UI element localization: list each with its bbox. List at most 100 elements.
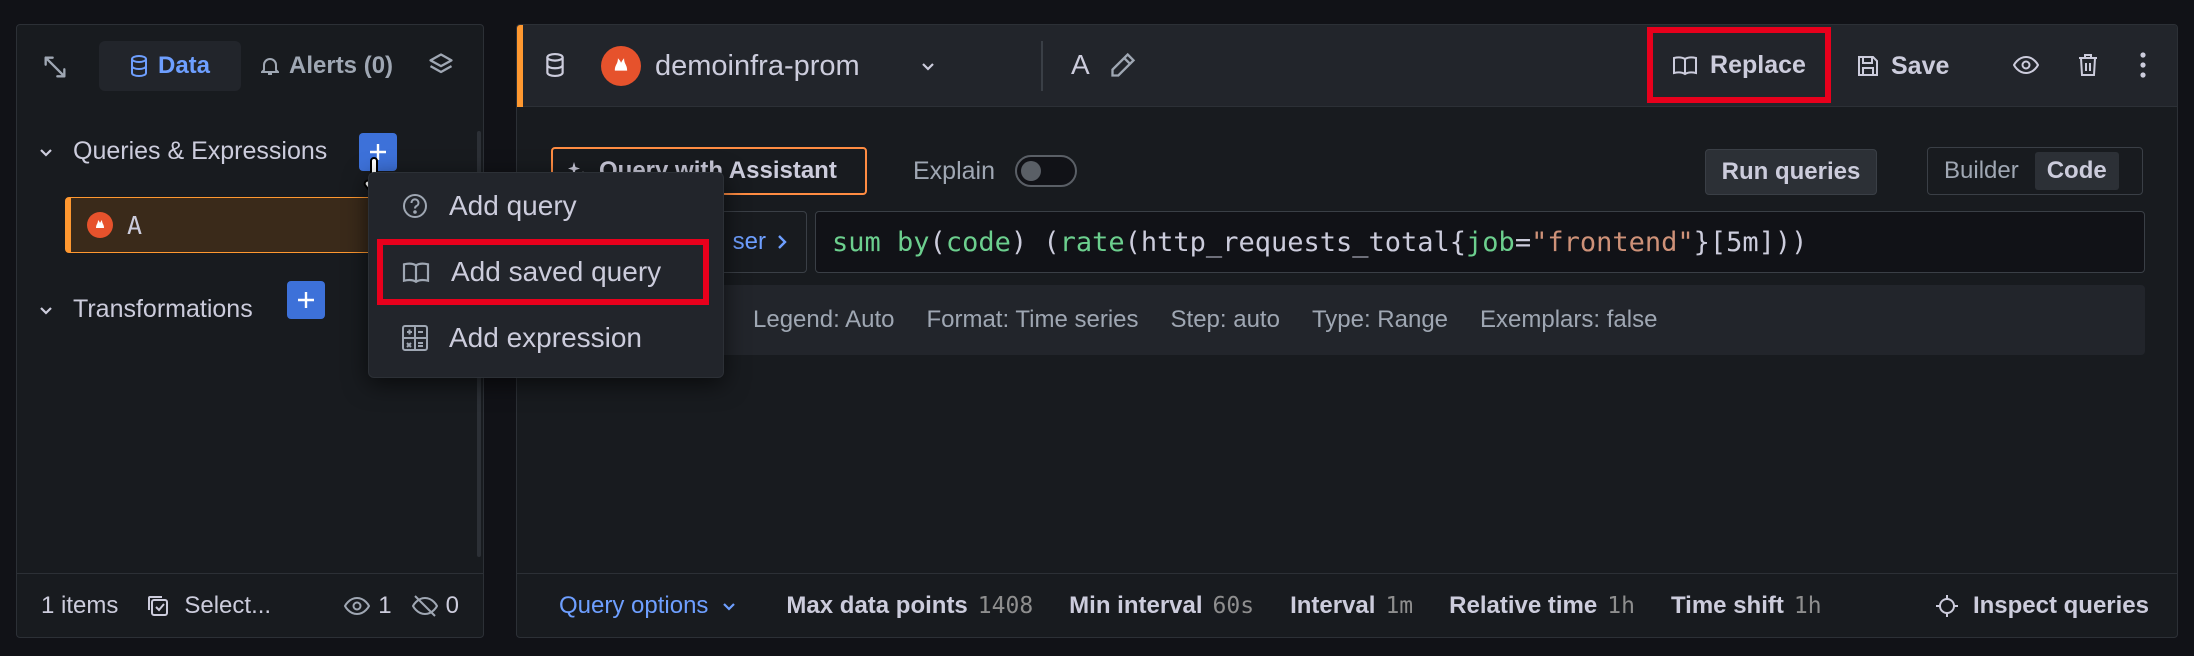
- replace-label: Replace: [1710, 50, 1806, 79]
- tab-data[interactable]: Data: [99, 41, 241, 91]
- menu-item-add-query[interactable]: Add query: [369, 177, 723, 235]
- eye-slash-icon: [411, 594, 438, 617]
- menu-item-label: Add query: [449, 190, 577, 221]
- visible-count-value: 1: [378, 591, 392, 619]
- queries-section-title: Queries & Expressions: [73, 137, 328, 165]
- menu-item-add-expression[interactable]: Add expression: [369, 309, 723, 367]
- code-token: (http_requests_total{: [1124, 226, 1467, 258]
- code-token: sum: [832, 226, 898, 258]
- sidebar-header: Data Alerts (0): [17, 25, 483, 105]
- collapse-icon[interactable]: [41, 53, 69, 81]
- code-token: }[5m])): [1693, 226, 1808, 258]
- chevron-down-icon[interactable]: [37, 301, 55, 319]
- menu-item-add-saved-query[interactable]: Add saved query: [377, 239, 709, 305]
- question-circle-icon: [401, 192, 429, 220]
- code-token: "frontend": [1531, 226, 1694, 258]
- promql-code-editor[interactable]: sum by(code) (rate(http_requests_total{j…: [815, 211, 2145, 273]
- query-row-label: A: [127, 210, 143, 240]
- hidden-count-value: 0: [445, 591, 459, 619]
- transformations-section-title: Transformations: [73, 295, 253, 323]
- min-interval: Min interval 60s: [1069, 592, 1254, 620]
- crosshair-icon: [1935, 594, 1959, 618]
- sidebar-footer: 1 items Select... 1 0: [17, 573, 483, 637]
- code-token: by: [897, 226, 930, 258]
- add-transformation-button[interactable]: [287, 281, 325, 319]
- more-vertical-icon[interactable]: [2139, 51, 2147, 79]
- chevron-down-icon: [720, 597, 738, 615]
- relative-time-label: Relative time: [1449, 591, 1598, 619]
- eye-icon[interactable]: [2013, 55, 2039, 75]
- time-shift: Time shift 1h: [1671, 592, 1822, 620]
- min-interval-value: 60s: [1212, 592, 1255, 619]
- visible-count: 1: [344, 591, 392, 620]
- add-query-menu: Add query Add saved query Add expression: [368, 172, 724, 378]
- eye-icon: [344, 596, 371, 616]
- explain-toggle[interactable]: [1015, 155, 1077, 187]
- datasource-picker[interactable]: demoinfra-prom: [601, 45, 937, 87]
- query-options-label: Query options: [559, 591, 709, 619]
- query-color-stripe: [517, 25, 523, 107]
- database-icon: [545, 53, 565, 77]
- query-options-toggle[interactable]: Query options: [559, 592, 738, 620]
- code-token: code: [945, 226, 1011, 258]
- bell-icon: [261, 56, 279, 76]
- time-shift-value: 1h: [1793, 592, 1822, 619]
- explain-label: Explain: [913, 157, 995, 185]
- max-data-points: Max data points 1408: [786, 592, 1033, 620]
- relative-time-value: 1h: [1607, 592, 1635, 619]
- query-name: A: [1071, 49, 1090, 80]
- query-row-a[interactable]: A: [65, 197, 395, 253]
- code-token: ) (: [1010, 226, 1060, 258]
- run-queries-button[interactable]: Run queries: [1705, 149, 1877, 195]
- chevron-down-icon[interactable]: [37, 143, 55, 161]
- query-editor-panel: demoinfra-prom A Replace Save Query with…: [516, 24, 2178, 638]
- select-label: Select...: [184, 591, 272, 619]
- datasource-name: demoinfra-prom: [655, 49, 860, 82]
- tab-alerts-label: Alerts (0): [289, 52, 394, 79]
- select-control[interactable]: Select...: [146, 592, 271, 620]
- book-open-icon: [1672, 54, 1698, 76]
- menu-item-label: Add saved query: [451, 256, 662, 287]
- type-option: Type: Range: [1311, 306, 1449, 333]
- chevron-right-icon: [776, 233, 788, 251]
- code-token: =: [1514, 226, 1532, 258]
- query-options-summary[interactable]: Legend: Auto Format: Time series Step: a…: [547, 285, 2145, 355]
- queries-section-header[interactable]: Queries & Expressions: [37, 137, 327, 166]
- inspect-queries-button[interactable]: Inspect queries: [1935, 592, 2149, 620]
- step-option: Step: auto: [1170, 306, 1280, 333]
- code-token: rate: [1059, 226, 1125, 258]
- max-data-points-value: 1408: [977, 592, 1034, 619]
- format-option: Format: Time series: [926, 306, 1139, 333]
- prometheus-icon: [601, 46, 641, 86]
- save-icon: [1857, 55, 1879, 77]
- editor-mode-switch: Builder Code: [1927, 147, 2143, 195]
- replace-button[interactable]: Replace: [1647, 27, 1831, 103]
- inspect-queries-label: Inspect queries: [1972, 591, 2149, 619]
- tab-alerts[interactable]: Alerts (0): [261, 41, 393, 91]
- pencil-icon[interactable]: [1109, 51, 1137, 79]
- time-shift-label: Time shift: [1670, 591, 1784, 619]
- menu-item-label: Add expression: [449, 322, 643, 353]
- query-header: demoinfra-prom A Replace Save: [517, 25, 2177, 107]
- transformations-section-header[interactable]: Transformations: [37, 295, 253, 324]
- chevron-down-icon: [919, 57, 937, 75]
- book-open-icon: [401, 260, 431, 284]
- mode-code[interactable]: Code: [2034, 152, 2119, 190]
- interval: Interval 1m: [1290, 592, 1413, 620]
- query-options-footer: Query options Max data points 1408 Min i…: [517, 573, 2177, 637]
- save-label: Save: [1891, 51, 1950, 80]
- save-button[interactable]: Save: [1857, 45, 1949, 87]
- legend-option: Legend: Auto: [753, 306, 895, 333]
- promql-expression: sum by(code) (rate(http_requests_total{j…: [832, 227, 1807, 258]
- hidden-count: 0: [411, 591, 459, 620]
- tab-data-label: Data: [157, 52, 211, 79]
- code-token: job: [1466, 226, 1515, 258]
- exemplars-option: Exemplars: false: [1480, 306, 1658, 333]
- trash-icon[interactable]: [2077, 53, 2099, 77]
- mode-builder[interactable]: Builder: [1932, 152, 2031, 190]
- code-token: (: [929, 226, 946, 258]
- select-checkbox-icon: [146, 594, 170, 618]
- layers-icon[interactable]: [427, 51, 455, 79]
- items-count: 1 items: [41, 591, 119, 619]
- calculator-icon: [401, 324, 429, 352]
